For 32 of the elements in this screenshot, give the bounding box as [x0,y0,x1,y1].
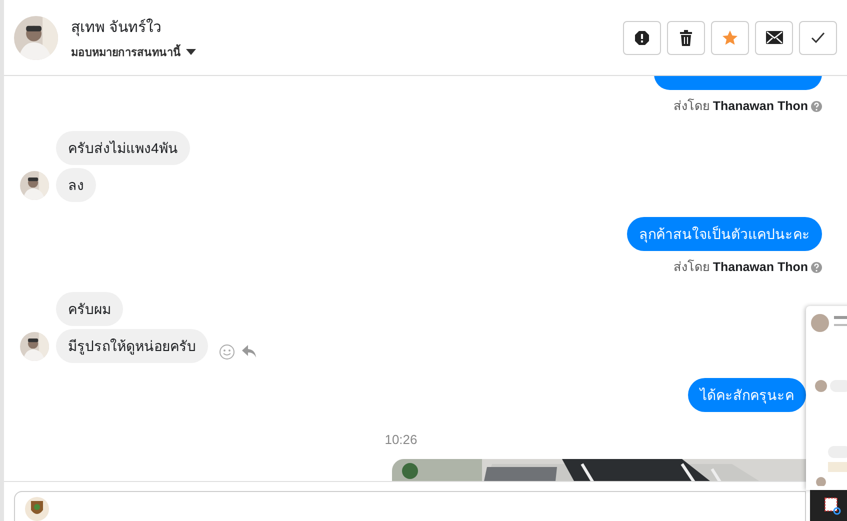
mail-button[interactable] [755,20,793,54]
trash-icon [679,30,693,46]
message-bubble: มีรูปรถให้ดูหน่อยครับ [56,329,208,363]
reply-icon[interactable] [241,344,257,358]
message-field[interactable] [14,491,806,521]
mail-icon [766,31,782,44]
star-button[interactable] [711,20,749,54]
app-icon[interactable] [824,496,842,514]
message-bubble: ลุกค้าสนใจเป็นตัวแคปนะคะ [627,217,822,251]
check-icon [811,32,825,43]
avatar [14,16,58,60]
trash-button[interactable] [667,20,705,54]
sender-label: ส่งโดย Thanawan Thon [673,258,808,276]
help-icon[interactable] [811,100,822,112]
message-bubble: ได้คะสักครุนะค [688,378,806,412]
timestamp: 10:26 [384,432,418,447]
contact-name: สุเทพ จันทร์ใว [71,18,162,38]
emoji-icon[interactable] [219,344,235,360]
star-icon [722,30,738,46]
page-avatar [25,497,49,521]
caret-icon [186,48,196,54]
message-bubble: ครับส่งไม่แพง4พัน [56,131,190,165]
avatar [20,332,49,361]
alert-icon [634,30,650,46]
avatar [20,171,49,200]
assign-dropdown[interactable]: มอบหมายการสนทนานี้ [71,42,196,60]
help-icon[interactable] [811,262,822,272]
check-button[interactable] [799,20,837,54]
message-bubble: ครับผม [56,292,123,326]
alert-button[interactable] [623,20,661,54]
sender-label: ส่งโดย Thanawan Thon [673,98,808,115]
message-bubble: ลง [56,168,96,202]
